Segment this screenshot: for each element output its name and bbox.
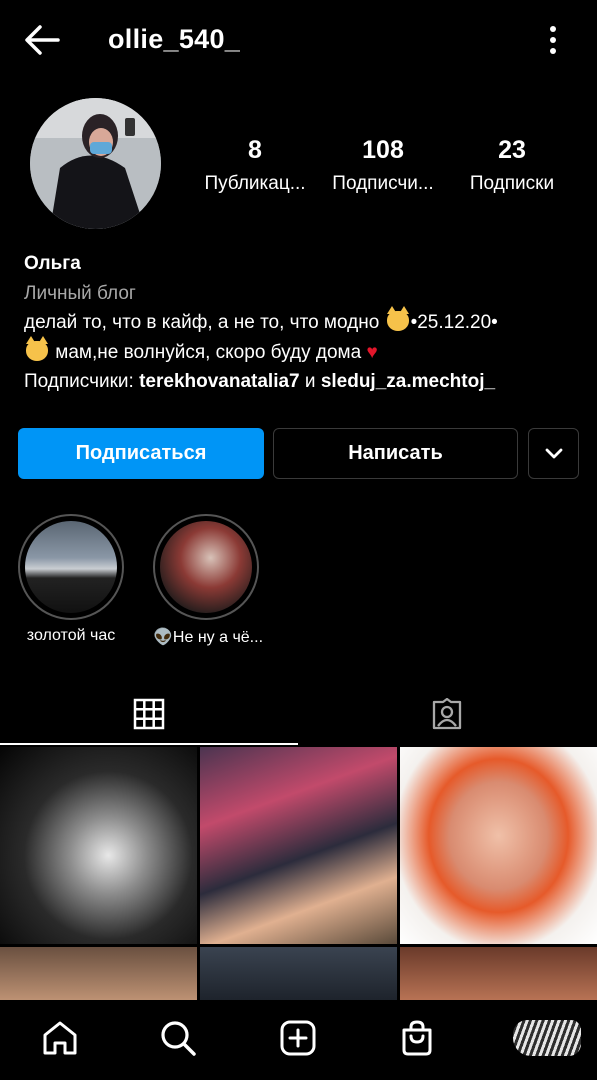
home-icon — [43, 1021, 77, 1055]
bio-line-2: мам,не волнуйся, скоро буду дома ♥ — [24, 335, 584, 368]
post-thumbnail[interactable] — [400, 747, 597, 944]
post-thumbnail[interactable] — [200, 747, 397, 944]
arrow-left-icon — [25, 25, 60, 55]
bio-date: •25.12.20• — [410, 312, 498, 333]
mutual-followers-prefix: Подписчики: — [24, 371, 134, 392]
profile-username: ollie_540_ — [108, 24, 241, 54]
profile-full-name: Ольга — [24, 253, 81, 274]
following-count-value: 23 — [498, 136, 526, 164]
highlight-label: золотой час — [26, 627, 116, 644]
nav-create[interactable] — [278, 1018, 318, 1058]
story-highlight[interactable]: 👽Не ну а чё... — [153, 514, 264, 647]
avatar-photo — [30, 98, 161, 229]
highlight-label: 👽Не ну а чё... — [153, 629, 264, 646]
highlight-cover — [160, 521, 252, 613]
options-button[interactable] — [543, 24, 563, 56]
mutual-followers-conj: и — [304, 371, 316, 392]
tab-posts-grid[interactable] — [0, 685, 298, 745]
nav-profile[interactable] — [512, 1018, 582, 1058]
bottom-navigation — [0, 1000, 597, 1080]
suggested-accounts-button[interactable] — [528, 428, 579, 479]
nav-search[interactable] — [158, 1018, 198, 1058]
followers-count-value: 108 — [362, 136, 404, 164]
followers-count[interactable]: 108 Подписчи... — [318, 136, 448, 195]
profile-avatar[interactable] — [30, 98, 161, 229]
posts-count-label: Публикац... — [204, 173, 306, 194]
posts-grid — [0, 747, 597, 1002]
posts-count-value: 8 — [248, 136, 262, 164]
add-post-icon — [280, 1020, 316, 1056]
profile-tabs — [0, 685, 597, 745]
smiling-cat-icon — [386, 306, 409, 331]
nav-home[interactable] — [40, 1018, 80, 1058]
red-heart-icon: ♥ — [366, 341, 378, 363]
mutual-followers[interactable]: Подписчики: terekhovanatalia7 и sleduj_z… — [24, 367, 584, 397]
back-button[interactable] — [22, 22, 62, 58]
message-button[interactable]: Написать — [273, 428, 518, 479]
top-bar: ollie_540_ — [0, 0, 597, 80]
profile-bio: Ольга Личный блог делай то, что в кайф, … — [24, 249, 584, 397]
follow-button[interactable]: Подписаться — [18, 428, 264, 479]
post-thumbnail[interactable] — [400, 947, 597, 1002]
story-highlight[interactable]: золотой час — [18, 514, 124, 645]
profile-category: Личный блог — [24, 282, 136, 304]
post-thumbnail[interactable] — [0, 747, 197, 944]
chevron-down-icon — [545, 448, 562, 458]
mutual-follower-link[interactable]: terekhovanatalia7 — [139, 371, 300, 392]
more-vertical-icon — [550, 26, 556, 54]
profile-avatar-scribbled — [513, 1020, 581, 1056]
posts-count[interactable]: 8 Публикац... — [190, 136, 320, 195]
followers-count-label: Подписчи... — [332, 173, 434, 194]
tagged-person-icon — [432, 698, 462, 730]
bio-line-1: делай то, что в кайф, а не то, что модно… — [24, 306, 584, 338]
mutual-follower-link[interactable]: sleduj_za.mechtoj_ — [321, 371, 495, 392]
following-count[interactable]: 23 Подписки — [447, 136, 577, 195]
tab-tagged[interactable] — [298, 685, 596, 745]
grid-icon — [133, 698, 165, 730]
highlight-cover — [25, 521, 117, 613]
smiling-cat-icon — [26, 335, 48, 361]
following-count-label: Подписки — [469, 173, 555, 194]
post-thumbnail[interactable] — [200, 947, 397, 1002]
nav-shop[interactable] — [397, 1018, 437, 1058]
bio-line-1-text: делай то, что в кайф, а не то, что модно — [24, 312, 380, 333]
post-thumbnail[interactable] — [0, 947, 197, 1002]
shopping-bag-icon — [402, 1020, 432, 1056]
bio-line-2-text: мам,не волнуйся, скоро буду дома — [55, 341, 362, 363]
search-icon — [161, 1021, 196, 1056]
highlight-ring — [153, 514, 259, 620]
highlight-ring — [18, 514, 124, 620]
